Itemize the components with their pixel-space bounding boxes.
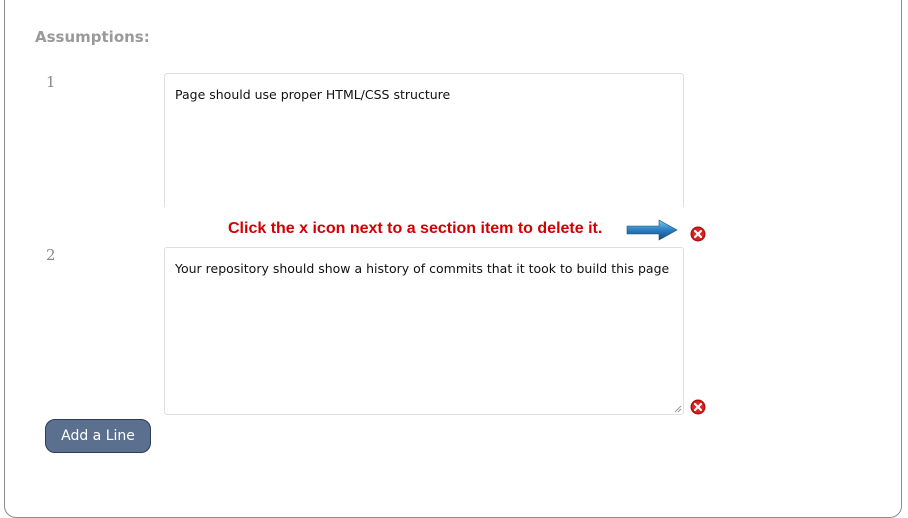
resize-grip-icon[interactable]	[674, 405, 682, 413]
delete-line-1-icon[interactable]	[690, 226, 706, 242]
delete-line-2-icon[interactable]	[690, 399, 706, 415]
line-number-2: 2	[46, 246, 56, 264]
delete-hint-text: Click the x icon next to a section item …	[228, 220, 603, 237]
line-number-1: 1	[46, 73, 56, 91]
section-title: Assumptions:	[35, 28, 150, 46]
right-arrow-icon	[626, 219, 678, 241]
add-line-button[interactable]: Add a Line	[45, 419, 151, 453]
line-2-textarea[interactable]: Your repository should show a history of…	[164, 247, 684, 415]
